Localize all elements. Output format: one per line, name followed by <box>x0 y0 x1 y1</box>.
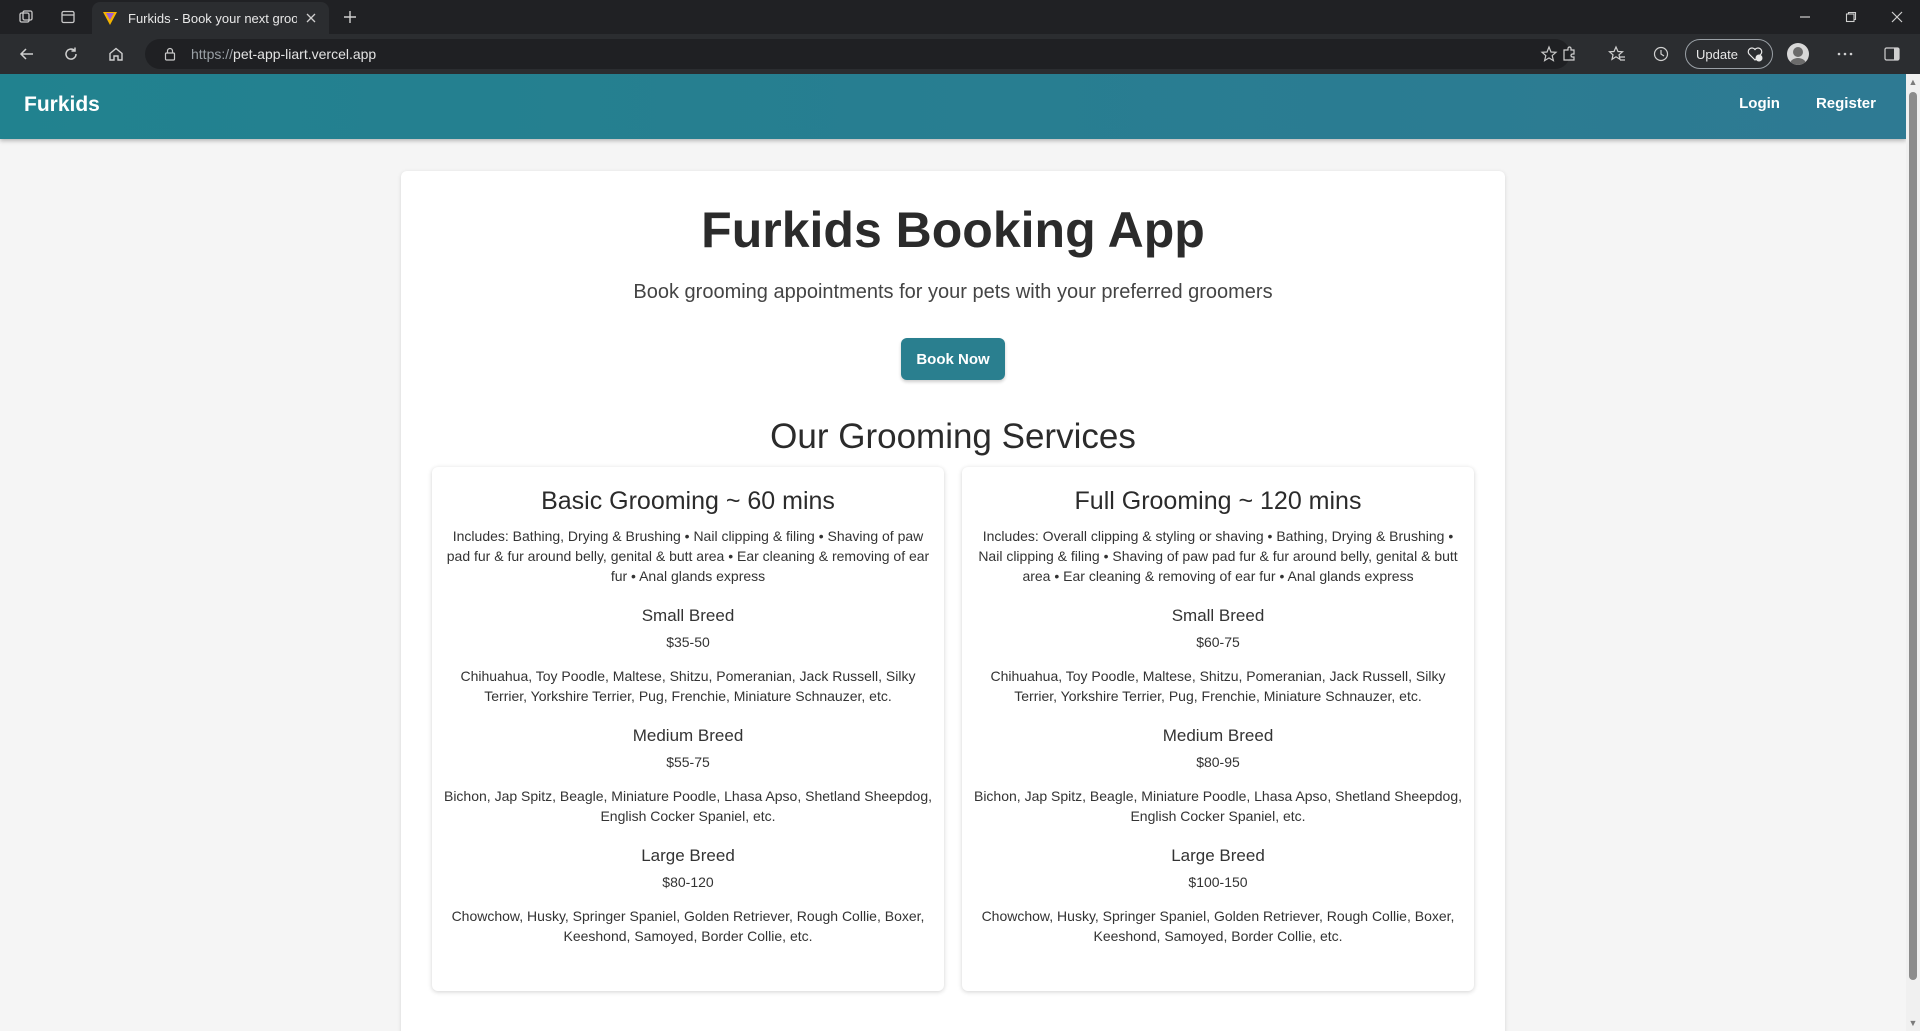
workspaces-icon[interactable] <box>6 0 46 34</box>
breed-tier-price: $80-120 <box>662 874 714 890</box>
breed-tier-price: $35-50 <box>666 634 710 650</box>
update-label: Update <box>1696 46 1738 62</box>
favicon-icon <box>103 12 117 25</box>
service-card-basic: Basic Grooming ~ 60 mins Includes: Bathi… <box>432 467 944 991</box>
services-heading: Our Grooming Services <box>770 417 1136 456</box>
page-scrollbar[interactable]: ▲ ▼ <box>1906 74 1920 1031</box>
browser-tab-bar: Furkids - Book your next grooming <box>0 0 1920 34</box>
register-link[interactable]: Register <box>1816 95 1876 112</box>
scrollbar-thumb[interactable] <box>1909 92 1917 980</box>
breed-tier-examples: Chihuahua, Toy Poodle, Maltese, Shitzu, … <box>990 668 1446 704</box>
header-nav: Login Register <box>1739 95 1876 112</box>
service-title: Full Grooming ~ 120 mins <box>1074 487 1362 515</box>
url-field[interactable]: https://pet-app-liart.vercel.app <box>145 39 1570 69</box>
breed-tier-price: $80-95 <box>1196 754 1240 770</box>
breed-tier-title: Large Breed <box>1171 846 1265 865</box>
breed-tier-title: Medium Breed <box>1162 726 1274 745</box>
close-tab-icon[interactable] <box>303 10 319 26</box>
favorites-icon[interactable] <box>1603 40 1631 68</box>
sidebar-toggle-icon[interactable] <box>1878 40 1906 68</box>
breed-tier-title: Small Breed <box>641 606 735 625</box>
brand-logo-text[interactable]: Furkids <box>24 93 100 117</box>
scroll-down-icon[interactable]: ▼ <box>1908 1018 1918 1028</box>
browser-tab-active[interactable]: Furkids - Book your next grooming <box>92 2 329 34</box>
minimize-icon[interactable] <box>1782 0 1828 34</box>
back-icon[interactable] <box>13 40 41 68</box>
breed-tier-title: Small Breed <box>1171 606 1265 625</box>
restore-icon[interactable] <box>1828 0 1874 34</box>
service-includes: Includes: Overall clipping & styling or … <box>978 528 1458 584</box>
book-now-button[interactable]: Book Now <box>901 338 1005 380</box>
browser-address-bar: https://pet-app-liart.vercel.app Update <box>0 34 1920 74</box>
close-window-icon[interactable] <box>1874 0 1920 34</box>
service-title: Basic Grooming ~ 60 mins <box>541 487 835 515</box>
update-button[interactable]: Update <box>1685 39 1773 69</box>
main-content-card: Furkids Booking App Book grooming appoin… <box>401 171 1505 1031</box>
new-tab-icon[interactable] <box>338 5 362 29</box>
home-icon[interactable] <box>102 40 130 68</box>
breed-tier-examples: Chihuahua, Toy Poodle, Maltese, Shitzu, … <box>460 668 916 704</box>
page-viewport: Furkids Login Register Furkids Booking A… <box>0 74 1906 1031</box>
app-header: Furkids Login Register <box>0 74 1906 139</box>
tab-actions-icon[interactable] <box>48 0 88 34</box>
breed-tier-title: Medium Breed <box>632 726 744 745</box>
profile-avatar[interactable] <box>1787 43 1809 65</box>
breed-tier-title: Large Breed <box>641 846 735 865</box>
breed-tier-examples: Bichon, Jap Spitz, Beagle, Miniature Poo… <box>973 788 1462 824</box>
url-text: https://pet-app-liart.vercel.app <box>191 46 377 62</box>
scroll-up-icon[interactable]: ▲ <box>1908 77 1918 87</box>
refresh-icon[interactable] <box>57 40 85 68</box>
extensions-icon[interactable] <box>1555 40 1583 68</box>
breed-tier-examples: Bichon, Jap Spitz, Beagle, Miniature Poo… <box>443 788 932 824</box>
page-title: Furkids Booking App <box>701 202 1205 258</box>
page-subtitle: Book grooming appointments for your pets… <box>633 281 1273 303</box>
breed-tier-price: $100-150 <box>1188 874 1248 890</box>
breed-tier-price: $55-75 <box>666 754 710 770</box>
login-link[interactable]: Login <box>1739 95 1780 112</box>
breed-tier-price: $60-75 <box>1196 634 1240 650</box>
update-heart-icon <box>1747 47 1763 62</box>
breed-tier-examples: Chowchow, Husky, Springer Spaniel, Golde… <box>451 908 925 944</box>
history-icon[interactable] <box>1647 40 1675 68</box>
tab-title: Furkids - Book your next grooming <box>128 10 297 26</box>
breed-tier-examples: Chowchow, Husky, Springer Spaniel, Golde… <box>981 908 1455 944</box>
lock-icon[interactable] <box>163 46 179 62</box>
more-options-icon[interactable] <box>1831 40 1859 68</box>
service-card-full: Full Grooming ~ 120 mins Includes: Overa… <box>962 467 1474 991</box>
service-includes: Includes: Bathing, Drying & Brushing • N… <box>446 528 930 584</box>
